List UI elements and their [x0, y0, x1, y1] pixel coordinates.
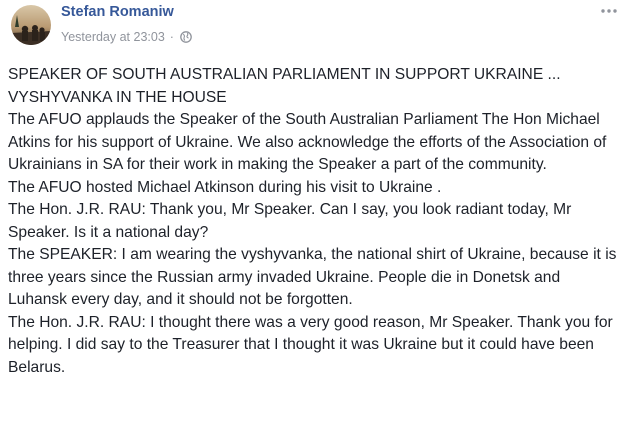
post-paragraph: The AFUO applauds the Speaker of the Sou…	[8, 111, 607, 173]
more-options-icon[interactable]	[599, 4, 619, 16]
avatar[interactable]	[11, 5, 51, 45]
post-timestamp[interactable]: Yesterday at 23:03	[61, 30, 165, 44]
post-paragraph: The Hon. J.R. RAU: Thank you, Mr Speaker…	[8, 201, 572, 241]
post-paragraph: The Hon. J.R. RAU: I thought there was a…	[8, 313, 613, 376]
post-meta: Yesterday at 23:03 ·	[61, 30, 192, 44]
globe-icon[interactable]	[180, 31, 192, 43]
post-header: Stefan Romaniw Yesterday at 23:03 ·	[0, 0, 628, 56]
author-name[interactable]: Stefan Romaniw	[61, 4, 174, 20]
post-paragraph: The SPEAKER: I am wearing the vyshyvanka…	[8, 246, 617, 308]
meta-separator: ·	[169, 30, 174, 44]
post-body: SPEAKER OF SOUTH AUSTRALIAN PARLIAMENT I…	[8, 64, 622, 379]
post-paragraph: The AFUO hosted Michael Atkinson during …	[8, 178, 442, 196]
post-headline: SPEAKER OF SOUTH AUSTRALIAN PARLIAMENT I…	[8, 66, 561, 106]
